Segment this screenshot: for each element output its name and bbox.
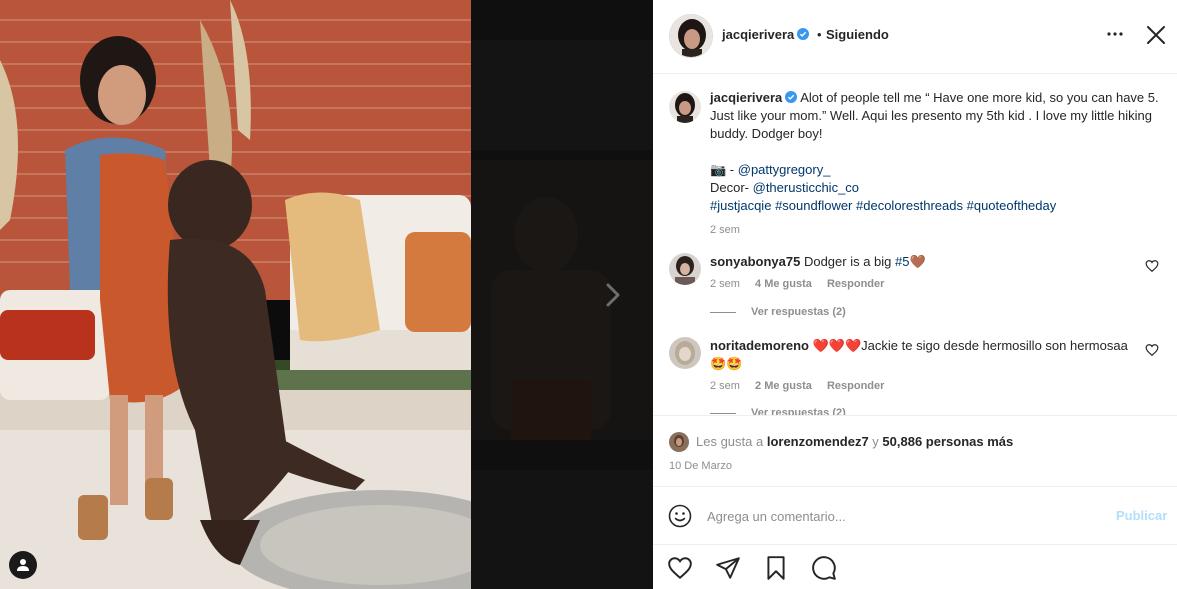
photo-credit-prefix: - (726, 162, 738, 177)
author-avatar[interactable] (669, 14, 713, 58)
comment-time[interactable]: 2 sem (710, 278, 740, 290)
liker-username[interactable]: lorenzomendez7 (767, 434, 869, 449)
share-icon[interactable] (715, 555, 741, 581)
comment-text: Dodger is a big (803, 254, 896, 269)
liker-avatar-image (669, 432, 689, 452)
comment-likes-count[interactable]: 2 Me gusta (755, 380, 812, 392)
caption-username[interactable]: jacqierivera (710, 90, 782, 105)
add-comment-bar: Publicar (653, 486, 1177, 544)
likes-prefix: Les gusta a (696, 434, 767, 449)
decor-credit-link[interactable]: @therusticchic_co (753, 180, 859, 195)
post-photo[interactable] (0, 0, 471, 589)
author-username[interactable]: jacqierivera (722, 27, 810, 42)
comment-time[interactable]: 2 sem (710, 380, 740, 392)
comment-emoji: 🤩🤩 (710, 356, 743, 371)
following-button[interactable]: Siguiendo (826, 27, 889, 42)
carousel-dim-area (471, 0, 653, 589)
view-replies-button[interactable]: Ver respuestas (2) (710, 407, 846, 415)
reply-button[interactable]: Responder (827, 278, 884, 290)
photo-credit-link[interactable]: @pattygregory_ (738, 162, 831, 177)
comment-body: sonyabonya75 Dodger is a big #5🤎 2 sem 4… (710, 253, 1130, 293)
hashtag-link[interactable]: #soundflower (775, 198, 852, 213)
post-header: jacqierivera • Siguiendo (653, 0, 1177, 74)
next-photo-preview (471, 40, 653, 589)
post-actions-bar (653, 544, 1177, 589)
hashtag-link[interactable]: #quoteoftheday (967, 198, 1057, 213)
comment-avatar-image (669, 337, 701, 369)
likes-count[interactable]: 50,886 personas más (882, 434, 1013, 449)
comment-likes-count[interactable]: 4 Me gusta (755, 278, 812, 290)
more-options-button[interactable] (1105, 26, 1125, 42)
caption-time[interactable]: 2 sem (710, 224, 740, 236)
comment-avatar-image (669, 253, 701, 285)
comment-item: noritademoreno ❤️❤️❤️Jackie te sigo desd… (669, 337, 1159, 395)
comment-item: sonyabonya75 Dodger is a big #5🤎 2 sem 4… (669, 253, 1159, 293)
emoji-icon[interactable] (668, 504, 692, 528)
view-replies-label[interactable]: Ver respuestas (2) (751, 306, 846, 318)
replies-line (710, 412, 736, 414)
comment-avatar[interactable] (669, 253, 701, 285)
close-button[interactable] (1145, 24, 1167, 46)
likes-section: Les gusta a lorenzomendez7 y 50,886 pers… (653, 415, 1177, 485)
verified-badge-icon (785, 91, 798, 103)
verified-badge-icon (797, 28, 810, 40)
post-details-panel: jacqierivera • Siguiendo jacqierivera Al… (653, 0, 1177, 589)
publish-button[interactable]: Publicar (1116, 508, 1167, 523)
person-icon (17, 559, 29, 571)
view-replies-label[interactable]: Ver respuestas (2) (751, 407, 846, 415)
close-icon (1147, 26, 1165, 44)
author-username-text[interactable]: jacqierivera (722, 27, 794, 42)
likes-summary[interactable]: Les gusta a lorenzomendez7 y 50,886 pers… (696, 434, 1013, 449)
caption-avatar[interactable] (669, 91, 701, 123)
post-caption: jacqierivera Alot of people tell me “ Ha… (669, 89, 1159, 239)
comment-username[interactable]: sonyabonya75 (710, 254, 800, 269)
comments-list[interactable]: jacqierivera Alot of people tell me “ Ha… (653, 75, 1177, 415)
replies-line (710, 311, 736, 313)
decor-prefix: Decor- (710, 180, 753, 195)
comment-avatar[interactable] (669, 337, 701, 369)
user-tag-button[interactable] (9, 551, 37, 579)
bookmark-icon[interactable] (763, 555, 789, 581)
comment-hearts-emoji: ❤️❤️❤️ (812, 338, 862, 353)
comment-like-icon[interactable] (1145, 343, 1159, 357)
post-photo-image (0, 0, 471, 589)
liker-avatar[interactable] (669, 432, 689, 452)
reply-button[interactable]: Responder (827, 380, 884, 392)
comment-icon[interactable] (811, 555, 837, 581)
comment-text: Jackie te sigo desde hermosillo son herm… (861, 338, 1128, 353)
more-horizontal-icon (1107, 32, 1123, 36)
heart-icon[interactable] (667, 555, 693, 581)
comment-input[interactable] (707, 505, 1087, 527)
post-date[interactable]: 10 De Marzo (669, 460, 732, 472)
comment-username[interactable]: noritademoreno (710, 338, 809, 353)
author-avatar-image (670, 15, 712, 57)
next-photo-button[interactable] (603, 281, 623, 309)
caption-body: jacqierivera Alot of people tell me “ Ha… (710, 89, 1159, 239)
caption-avatar-image (669, 91, 701, 123)
view-replies-button[interactable]: Ver respuestas (2) (710, 306, 846, 318)
comment-body: noritademoreno ❤️❤️❤️Jackie te sigo desd… (710, 337, 1130, 395)
hashtag-link[interactable]: #decoloresthreads (856, 198, 963, 213)
chevron-right-icon (606, 283, 620, 307)
header-separator: • (817, 27, 822, 42)
camera-emoji: 📷 (710, 162, 727, 177)
comment-hashtag-link[interactable]: #5 (895, 254, 909, 269)
comment-emoji: 🤎 (909, 254, 926, 269)
comment-like-icon[interactable] (1145, 259, 1159, 273)
likes-middle: y (868, 434, 883, 449)
hashtag-link[interactable]: #justjacqie (710, 198, 771, 213)
